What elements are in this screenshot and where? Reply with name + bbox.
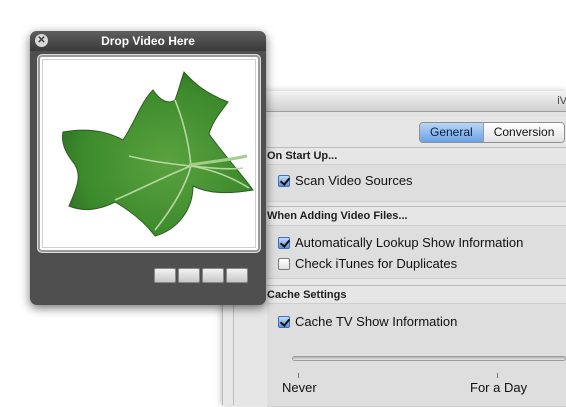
checkbox-checked-icon[interactable] xyxy=(278,236,290,249)
hud-button-2[interactable] xyxy=(178,268,200,283)
slider-tick xyxy=(298,373,299,378)
prefs-tab-control: General Conversion xyxy=(419,122,566,143)
option-cache-tv-info[interactable]: Cache TV Show Information xyxy=(278,314,457,329)
option-label: Cache TV Show Information xyxy=(295,314,458,329)
drop-zone-inner xyxy=(42,59,256,248)
section-divider xyxy=(267,285,566,286)
hud-button-group xyxy=(154,268,248,283)
section-divider xyxy=(267,147,566,148)
option-auto-lookup[interactable]: Automatically Lookup Show Information xyxy=(278,235,523,250)
section-divider xyxy=(267,206,566,207)
prefs-window-title: iV xyxy=(557,95,566,107)
cache-duration-slider[interactable] xyxy=(292,356,566,361)
hud-titlebar: ✕ Drop Video Here xyxy=(30,31,266,51)
section-heading-startup: On Start Up... xyxy=(267,150,338,162)
slider-tick xyxy=(497,373,498,378)
prefs-titlebar: iV xyxy=(223,91,566,112)
hud-button-4[interactable] xyxy=(226,268,248,283)
hud-title: Drop Video Here xyxy=(101,34,195,48)
checkbox-unchecked-icon[interactable] xyxy=(278,257,290,270)
hud-button-3[interactable] xyxy=(202,268,224,283)
option-check-itunes-duplicates[interactable]: Check iTunes for Duplicates xyxy=(278,256,457,271)
option-label: Check iTunes for Duplicates xyxy=(295,256,458,271)
slider-label-day: For a Day xyxy=(470,380,528,395)
tab-general[interactable]: General xyxy=(420,123,484,142)
slider-label-never: Never xyxy=(282,380,317,395)
option-label: Scan Video Sources xyxy=(295,173,413,188)
ivy-leaf-artwork xyxy=(62,71,254,237)
hud-button-1[interactable] xyxy=(154,268,176,283)
leaf-shape xyxy=(62,71,254,237)
option-scan-video-sources[interactable]: Scan Video Sources xyxy=(278,173,413,188)
video-drop-zone[interactable] xyxy=(37,54,261,253)
tab-conversion[interactable]: Conversion xyxy=(483,123,565,142)
section-heading-adding: When Adding Video Files... xyxy=(267,210,408,222)
option-label: Automatically Lookup Show Information xyxy=(295,235,524,250)
checkbox-checked-icon[interactable] xyxy=(278,174,290,187)
section-heading-cache: Cache Settings xyxy=(267,289,347,301)
drop-video-panel: ✕ Drop Video Here xyxy=(30,31,266,305)
checkbox-checked-icon[interactable] xyxy=(278,315,290,328)
